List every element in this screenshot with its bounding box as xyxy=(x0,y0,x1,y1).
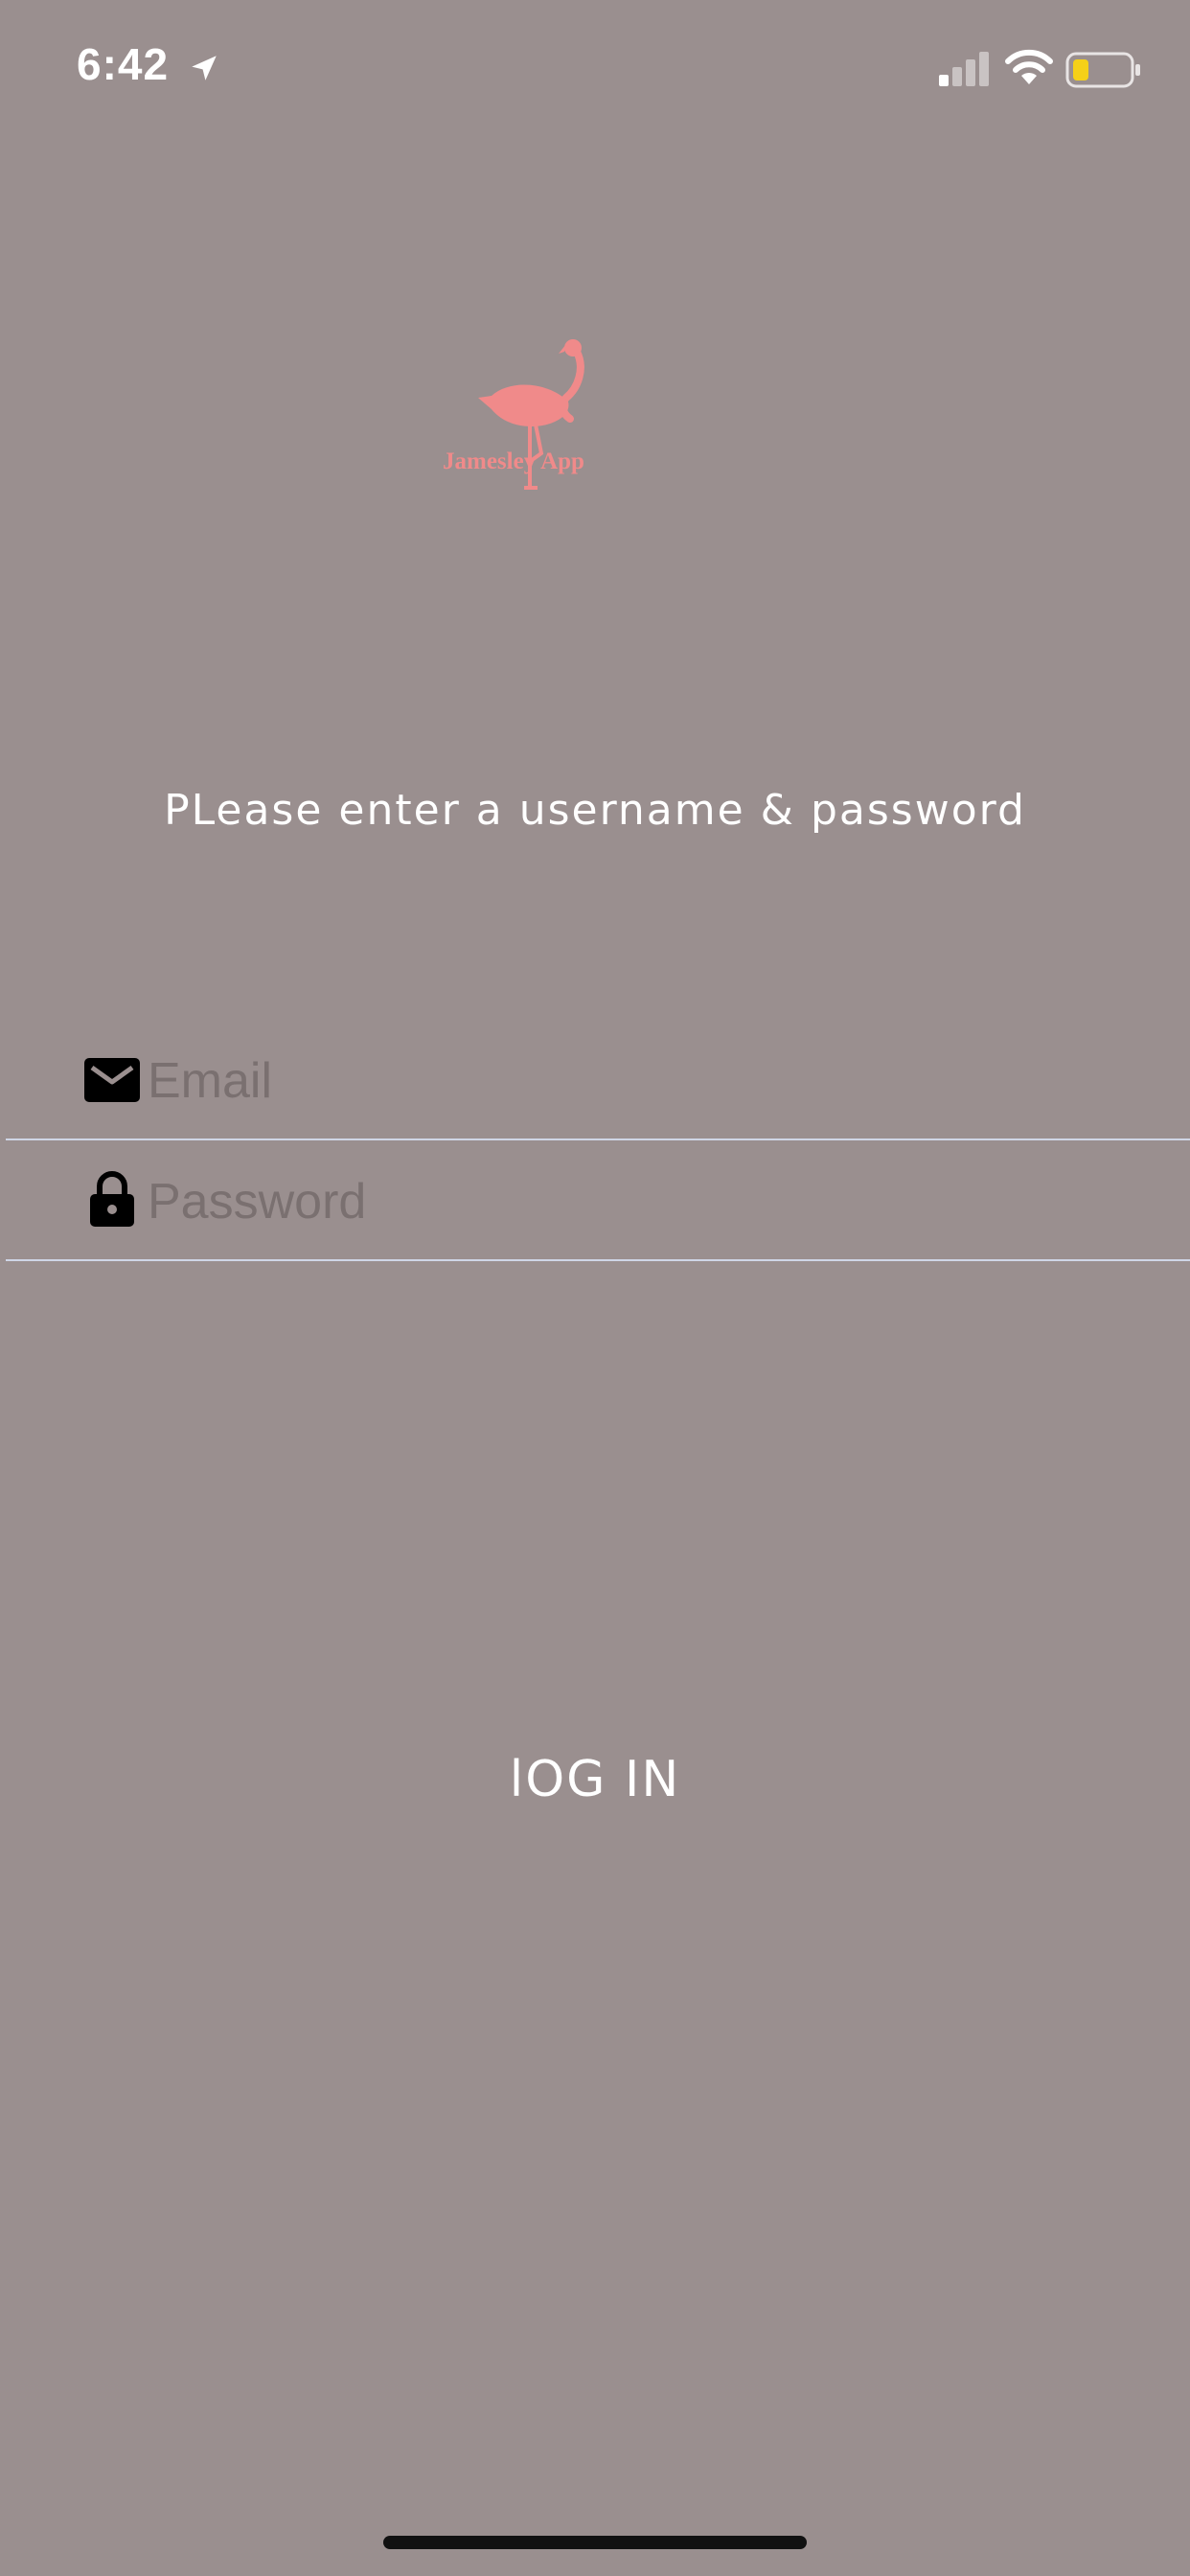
home-indicator[interactable] xyxy=(383,2536,807,2549)
logo-text: Jamesley App xyxy=(443,448,584,474)
password-input[interactable] xyxy=(148,1165,1106,1238)
battery-icon xyxy=(1065,52,1140,88)
wifi-icon xyxy=(1005,49,1053,84)
email-input[interactable] xyxy=(148,1045,1106,1117)
cellular-signal-icon xyxy=(939,52,989,86)
envelope-icon xyxy=(84,1058,140,1102)
password-field-row xyxy=(6,1154,1190,1261)
status-bar: 6:42 xyxy=(0,0,1190,144)
login-prompt: PLease enter a username & password xyxy=(164,786,1026,835)
status-time: 6:42 xyxy=(77,39,170,89)
email-field-row xyxy=(6,1033,1190,1140)
lock-icon xyxy=(90,1171,134,1227)
location-arrow-icon xyxy=(192,56,217,80)
login-button[interactable]: lOG IN xyxy=(403,1736,787,1823)
